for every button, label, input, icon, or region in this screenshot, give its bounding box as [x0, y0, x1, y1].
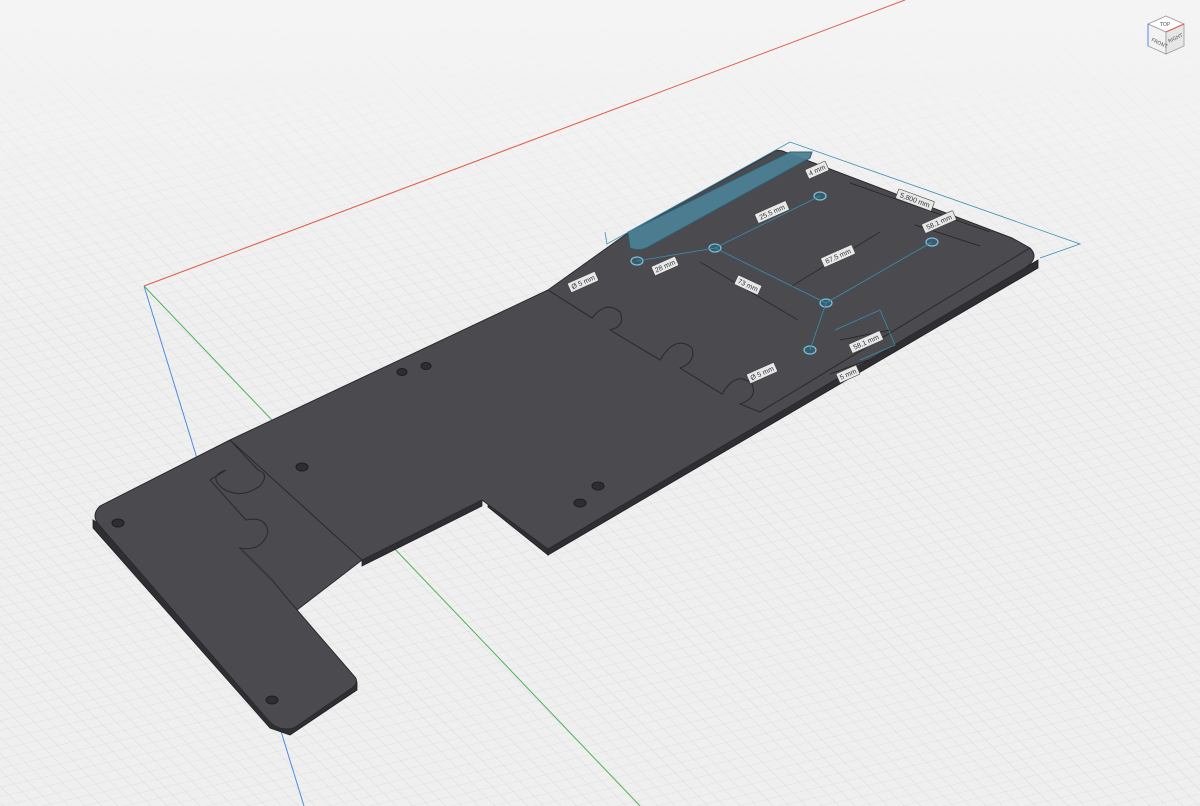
- hole: [265, 695, 279, 705]
- hole: [295, 462, 309, 472]
- hole: [111, 518, 125, 528]
- hole: [591, 481, 605, 491]
- hole: [573, 498, 587, 508]
- 3d-viewport[interactable]: 4 mm5,800 mm25.5 mmØ 5 mm28 mm87.5 mm58.…: [0, 0, 1200, 806]
- hole: [396, 368, 408, 376]
- view-cube-top-label: TOP: [1159, 22, 1170, 28]
- hole: [420, 362, 432, 370]
- view-cube[interactable]: TOP FRONT RIGHT: [1147, 15, 1185, 55]
